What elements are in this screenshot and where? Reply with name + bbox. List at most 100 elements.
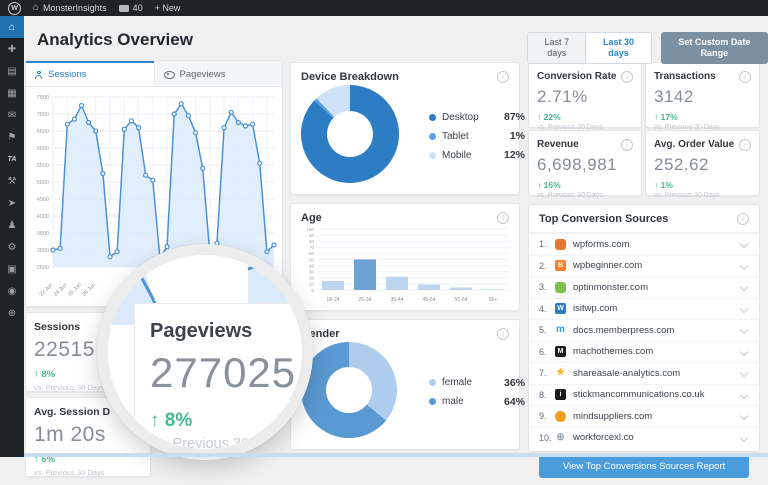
- machothemes-favicon: M: [555, 346, 566, 357]
- info-icon[interactable]: i: [739, 139, 751, 151]
- source-row[interactable]: 1.wpforms.com: [529, 233, 759, 255]
- site-name: MonsterInsights: [43, 3, 107, 13]
- stat-label: Conversion Rate: [537, 71, 616, 82]
- source-row[interactable]: 9. mindsuppliers.com: [529, 405, 759, 427]
- date-range-controls: Last 7 days Last 30 days Set Custom Date…: [527, 32, 768, 64]
- donut-hole: [326, 367, 372, 413]
- source-rank: 3.: [539, 282, 555, 292]
- menu-settings-icon[interactable]: ▣: [0, 258, 24, 280]
- menu-insights-icon[interactable]: ◉: [0, 280, 24, 302]
- avg-order-value-card: Avg. Order Valuei 252.62 ↑ 1% vs. Previo…: [645, 130, 760, 196]
- source-row[interactable]: 6.Mmachothemes.com: [529, 341, 759, 363]
- gender-card: Gender i female36%male64%: [290, 319, 520, 450]
- source-domain: machothemes.com: [573, 346, 653, 357]
- shareasale-favicon: ★: [555, 368, 566, 379]
- stat-value: 6,698,981: [537, 155, 633, 175]
- legend-value: 36%: [504, 377, 525, 389]
- source-row[interactable]: 2.Bwpbeginner.com: [529, 255, 759, 277]
- chevron-down-icon[interactable]: [740, 305, 748, 313]
- tab-pageviews-label: Pageviews: [180, 69, 226, 80]
- wordpress-logo-icon[interactable]: W: [8, 2, 21, 15]
- age-bar-35-44: [386, 277, 408, 290]
- age-bar-18-24: [322, 281, 344, 290]
- source-domain: mindsuppliers.com: [573, 411, 652, 422]
- info-icon[interactable]: i: [621, 139, 633, 151]
- info-icon[interactable]: i: [737, 213, 749, 225]
- chevron-down-icon[interactable]: [740, 283, 748, 291]
- svg-text:7000: 7000: [37, 112, 49, 118]
- tab-sessions[interactable]: Sessions: [26, 61, 154, 86]
- info-icon[interactable]: i: [739, 71, 751, 83]
- page-title: Analytics Overview: [37, 30, 193, 50]
- info-icon[interactable]: i: [497, 212, 509, 224]
- source-rank: 9.: [539, 411, 555, 421]
- menu-appearance-icon[interactable]: ⚑: [0, 126, 24, 148]
- menu-dashboard-icon[interactable]: ⌂: [0, 16, 24, 38]
- legend-dot-icon: [429, 152, 436, 159]
- menu-plugins-icon[interactable]: ⚒: [0, 170, 24, 192]
- legend-value: 1%: [510, 130, 525, 142]
- magnifier-lens: Pageviews 277025 ↑ 8% vs. Previous 30 Da…: [97, 244, 313, 460]
- chevron-down-icon[interactable]: [740, 262, 748, 270]
- menu-tools-icon[interactable]: ⚙: [0, 236, 24, 258]
- svg-text:0: 0: [311, 288, 314, 293]
- source-row[interactable]: 7.★shareasale-analytics.com: [529, 362, 759, 384]
- comments-link[interactable]: 40: [119, 3, 143, 13]
- workforcexl-favicon: ⊕: [555, 432, 566, 443]
- svg-text:30: 30: [309, 270, 315, 275]
- source-row[interactable]: 3.optinmonster.com: [529, 276, 759, 298]
- menu-collapse-icon[interactable]: ⊕: [0, 302, 24, 324]
- stat-label: Transactions: [654, 71, 716, 82]
- site-home-link[interactable]: ⌂ MonsterInsights: [33, 3, 107, 13]
- top-conversion-sources-card: Top Conversion Sources i 1.wpforms.com2.…: [528, 204, 760, 452]
- magnified-change: ↑ 8%: [150, 410, 313, 432]
- svg-text:50: 50: [309, 257, 315, 262]
- info-icon[interactable]: i: [497, 328, 509, 340]
- menu-users-icon[interactable]: ♟: [0, 214, 24, 236]
- menu-pages-icon[interactable]: ▦: [0, 82, 24, 104]
- menu-comments-icon[interactable]: ✉: [0, 104, 24, 126]
- chevron-down-icon[interactable]: [740, 391, 748, 399]
- chevron-down-icon[interactable]: [740, 240, 748, 248]
- source-row[interactable]: 5.mdocs.memberpress.com: [529, 319, 759, 341]
- legend-item-tablet: Tablet1%: [429, 130, 525, 142]
- source-row[interactable]: 10.⊕workforcexl.co: [529, 427, 759, 449]
- source-rank: 5.: [539, 325, 555, 335]
- chevron-down-icon[interactable]: [740, 412, 748, 420]
- chevron-down-icon[interactable]: [740, 326, 748, 334]
- menu-ta-icon[interactable]: TA: [0, 148, 24, 170]
- svg-text:2500: 2500: [37, 265, 49, 271]
- source-rank: 4.: [539, 304, 555, 314]
- tab-pageviews[interactable]: Pageviews: [154, 61, 283, 86]
- tab-sessions-label: Sessions: [48, 69, 87, 80]
- menu-posts-icon[interactable]: ✚: [0, 38, 24, 60]
- chevron-down-icon[interactable]: [740, 369, 748, 377]
- legend-item-mobile: Mobile12%: [429, 149, 525, 161]
- set-custom-date-range-button[interactable]: Set Custom Date Range: [661, 32, 768, 64]
- stat-vs: vs. Previous 30 Days: [537, 192, 633, 199]
- last-7-days-button[interactable]: Last 7 days: [527, 32, 585, 64]
- source-row[interactable]: 8.istickmancommunications.co.uk: [529, 384, 759, 406]
- new-content-button[interactable]: + New: [155, 3, 181, 13]
- svg-text:6000: 6000: [37, 146, 49, 152]
- info-icon[interactable]: i: [497, 71, 509, 83]
- view-top-conversion-sources-report-button[interactable]: View Top Conversions Sources Report: [539, 455, 749, 478]
- chevron-down-icon[interactable]: [740, 348, 748, 356]
- age-card: Age i 010203040506070809010018-2425-3435…: [290, 203, 520, 311]
- info-icon[interactable]: i: [621, 71, 633, 83]
- svg-text:65+: 65+: [489, 297, 498, 303]
- svg-text:4500: 4500: [37, 197, 49, 203]
- chevron-down-icon[interactable]: [740, 434, 748, 442]
- svg-text:22 Jun: 22 Jun: [38, 282, 54, 298]
- age-bar-chart: 010203040506070809010018-2425-3435-4445-…: [291, 224, 519, 315]
- last-30-days-button[interactable]: Last 30 days: [585, 32, 651, 64]
- source-rank: 2.: [539, 261, 555, 271]
- menu-media-icon[interactable]: ▤: [0, 60, 24, 82]
- memberpress-favicon: m: [555, 325, 566, 336]
- revenue-card: Revenuei 6,698,981 ↑ 16% vs. Previous 30…: [528, 130, 642, 196]
- age-bar-65+: [482, 289, 504, 290]
- svg-text:28 Jun: 28 Jun: [81, 282, 97, 298]
- source-row[interactable]: 4.Wisitwp.com: [529, 298, 759, 320]
- menu-marketing-icon[interactable]: ➤: [0, 192, 24, 214]
- source-domain: workforcexl.co: [573, 432, 634, 443]
